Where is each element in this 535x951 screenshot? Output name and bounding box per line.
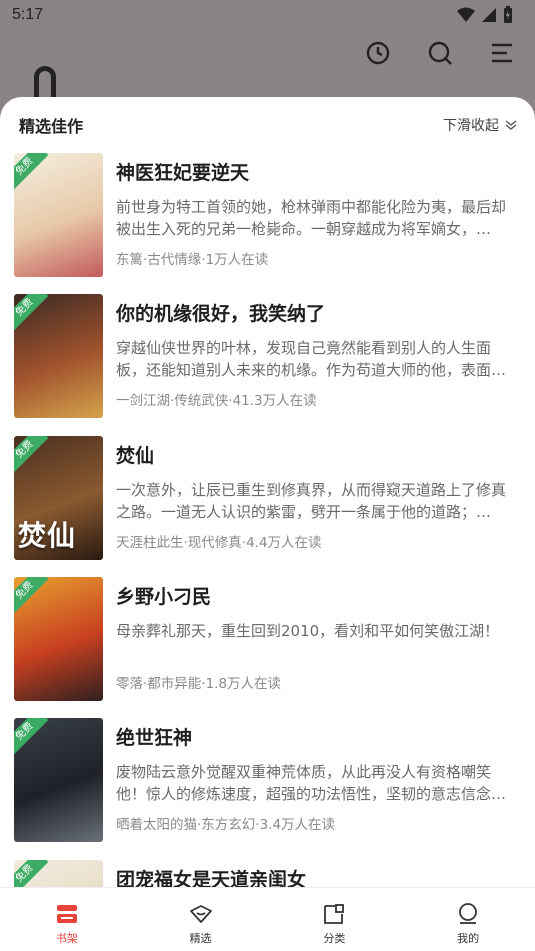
free-badge: 免费 bbox=[14, 577, 49, 615]
book-meta: 晒着太阳的猫·东方玄幻·3.4万人在读 bbox=[116, 817, 336, 833]
history-icon bbox=[365, 40, 391, 66]
status-icons bbox=[457, 6, 513, 24]
book-title: 神医狂妃要逆天 bbox=[116, 162, 250, 184]
book-info: 乡野小刁民母亲葬礼那天，重生回到2010，看刘和平如何笑傲江湖！ 零落·都市异能·… bbox=[116, 577, 519, 701]
profile-icon bbox=[459, 903, 478, 924]
nav-label: 我的 bbox=[457, 932, 480, 945]
bottom-nav: 书架 精选 分类 我的 bbox=[0, 887, 535, 951]
book-cover-image: 免费 bbox=[14, 294, 103, 418]
status-bar: 5:17 bbox=[0, 0, 535, 30]
collapse-button[interactable]: 下滑收起 bbox=[443, 115, 517, 135]
menu-icon bbox=[489, 40, 515, 66]
book-info: 团宠福女是天道亲闺女 bbox=[116, 860, 519, 887]
book-title: 团宠福女是天道亲闺女 bbox=[116, 869, 307, 887]
book-list-item[interactable]: 免费 团宠福女是天道亲闺女 bbox=[14, 860, 519, 887]
book-meta: 东篱·古代情缘·1万人在读 bbox=[116, 252, 269, 268]
book-cover-image: 免费焚仙 bbox=[14, 436, 103, 560]
signal-icon bbox=[482, 8, 496, 22]
status-time: 5:17 bbox=[12, 6, 44, 23]
book-title: 绝世狂神 bbox=[116, 727, 193, 749]
book-cover-image: 免费 bbox=[14, 577, 103, 701]
book-info: 你的机缘很好，我笑纳了穿越仙侠世界的叶林，发现自己竟然能看到别人的人生面板，还能… bbox=[116, 294, 519, 418]
nav-label: 书架 bbox=[55, 932, 78, 945]
free-badge: 免费 bbox=[14, 436, 49, 474]
book-list-item[interactable]: 免费 你的机缘很好，我笑纳了穿越仙侠世界的叶林，发现自己竟然能看到别人的人生面板，… bbox=[14, 294, 519, 418]
category-icon bbox=[324, 904, 345, 924]
nav-item-profile[interactable]: 我的 bbox=[401, 888, 535, 951]
book-description: 一次意外，让辰已重生到修真界，从而得窥天道路上了修真之路。一道无人认识的紫雷，劈… bbox=[116, 481, 507, 521]
nav-label: 分类 bbox=[323, 932, 346, 945]
featured-icon bbox=[189, 905, 212, 923]
free-badge: 免费 bbox=[14, 718, 49, 756]
book-cover-image: 免费 bbox=[14, 718, 103, 842]
book-list-item[interactable]: 免费 乡野小刁民母亲葬礼那天，重生回到2010，看刘和平如何笑傲江湖！ 零落·都市异… bbox=[14, 577, 519, 701]
nav-item-featured[interactable]: 精选 bbox=[134, 888, 268, 951]
book-meta: 天涯柱此生·现代修真·4.4万人在读 bbox=[116, 535, 322, 551]
free-badge: 免费 bbox=[14, 294, 49, 332]
book-cover-image: 免费 bbox=[14, 860, 103, 887]
book-list-item[interactable]: 免费 焚仙 焚仙 一次意外，让辰已重生到修真界，从而得窥天道路上了修真之路。一道无人认… bbox=[14, 436, 519, 560]
nav-label: 精选 bbox=[189, 932, 212, 945]
book-description: 前世身为特工首领的她，枪林弹雨中都能化险为夷，最后却被出生入死的兄弟一枪毙命。一… bbox=[116, 198, 507, 238]
book-title: 焚仙 bbox=[116, 445, 155, 467]
wifi-icon bbox=[457, 7, 475, 22]
collapse-label: 下滑收起 bbox=[443, 118, 499, 134]
cover-title-text: 焚仙 bbox=[18, 519, 77, 552]
nav-item-category[interactable]: 分类 bbox=[268, 888, 402, 951]
book-meta: 一剑江湖·传统武侠·41.3万人在读 bbox=[116, 393, 317, 409]
book-description: 母亲葬礼那天，重生回到2010，看刘和平如何笑傲江湖！ bbox=[116, 622, 500, 640]
bookshelf-icon bbox=[56, 905, 77, 923]
book-info: 神医狂妃要逆天前世身为特工首领的她，枪林弹雨中都能化险为夷，最后却被出生入死的兄… bbox=[116, 153, 519, 277]
search-icon bbox=[427, 40, 453, 66]
book-list-item[interactable]: 免费 神医狂妃要逆天前世身为特工首领的她，枪林弹雨中都能化险为夷，最后却被出生入死… bbox=[14, 153, 519, 277]
book-description: 穿越仙侠世界的叶林，发现自己竟然能看到别人的人生面板，还能知道别人未来的机缘。作… bbox=[116, 339, 507, 379]
nav-item-bookshelf[interactable]: 书架 bbox=[0, 888, 134, 951]
sheet-title: 精选佳作 bbox=[19, 117, 84, 136]
book-cover-image: 免费 bbox=[14, 153, 103, 277]
book-info: 焚仙一次意外，让辰已重生到修真界，从而得窥天道路上了修真之路。一道无人认识的紫雷… bbox=[116, 436, 519, 560]
sheet-header: 精选佳作 下滑收起 bbox=[0, 97, 535, 153]
double-chevron-down-icon bbox=[505, 120, 517, 130]
book-meta: 零落·都市异能·1.8万人在读 bbox=[116, 676, 282, 692]
book-info: 绝世狂神废物陆云意外觉醒双重神荒体质，从此再没人有资格嘲笑他！惊人的修炼速度，超… bbox=[116, 718, 519, 842]
free-badge: 免费 bbox=[14, 860, 49, 887]
book-description: 废物陆云意外觉醒双重神荒体质，从此再没人有资格嘲笑他！惊人的修炼速度，超强的功法… bbox=[116, 763, 507, 803]
book-title: 你的机缘很好，我笑纳了 bbox=[116, 303, 326, 325]
book-list-item[interactable]: 免费 绝世狂神废物陆云意外觉醒双重神荒体质，从此再没人有资格嘲笑他！惊人的修炼速度… bbox=[14, 718, 519, 842]
featured-bottom-sheet: 精选佳作 下滑收起 免费 神医狂妃要逆天前世身为特工首领的她，枪林弹雨中都能化险为… bbox=[0, 97, 535, 887]
background-toolbar bbox=[365, 40, 515, 66]
battery-icon bbox=[504, 6, 512, 23]
free-badge: 免费 bbox=[14, 153, 49, 191]
book-title: 乡野小刁民 bbox=[116, 586, 212, 608]
